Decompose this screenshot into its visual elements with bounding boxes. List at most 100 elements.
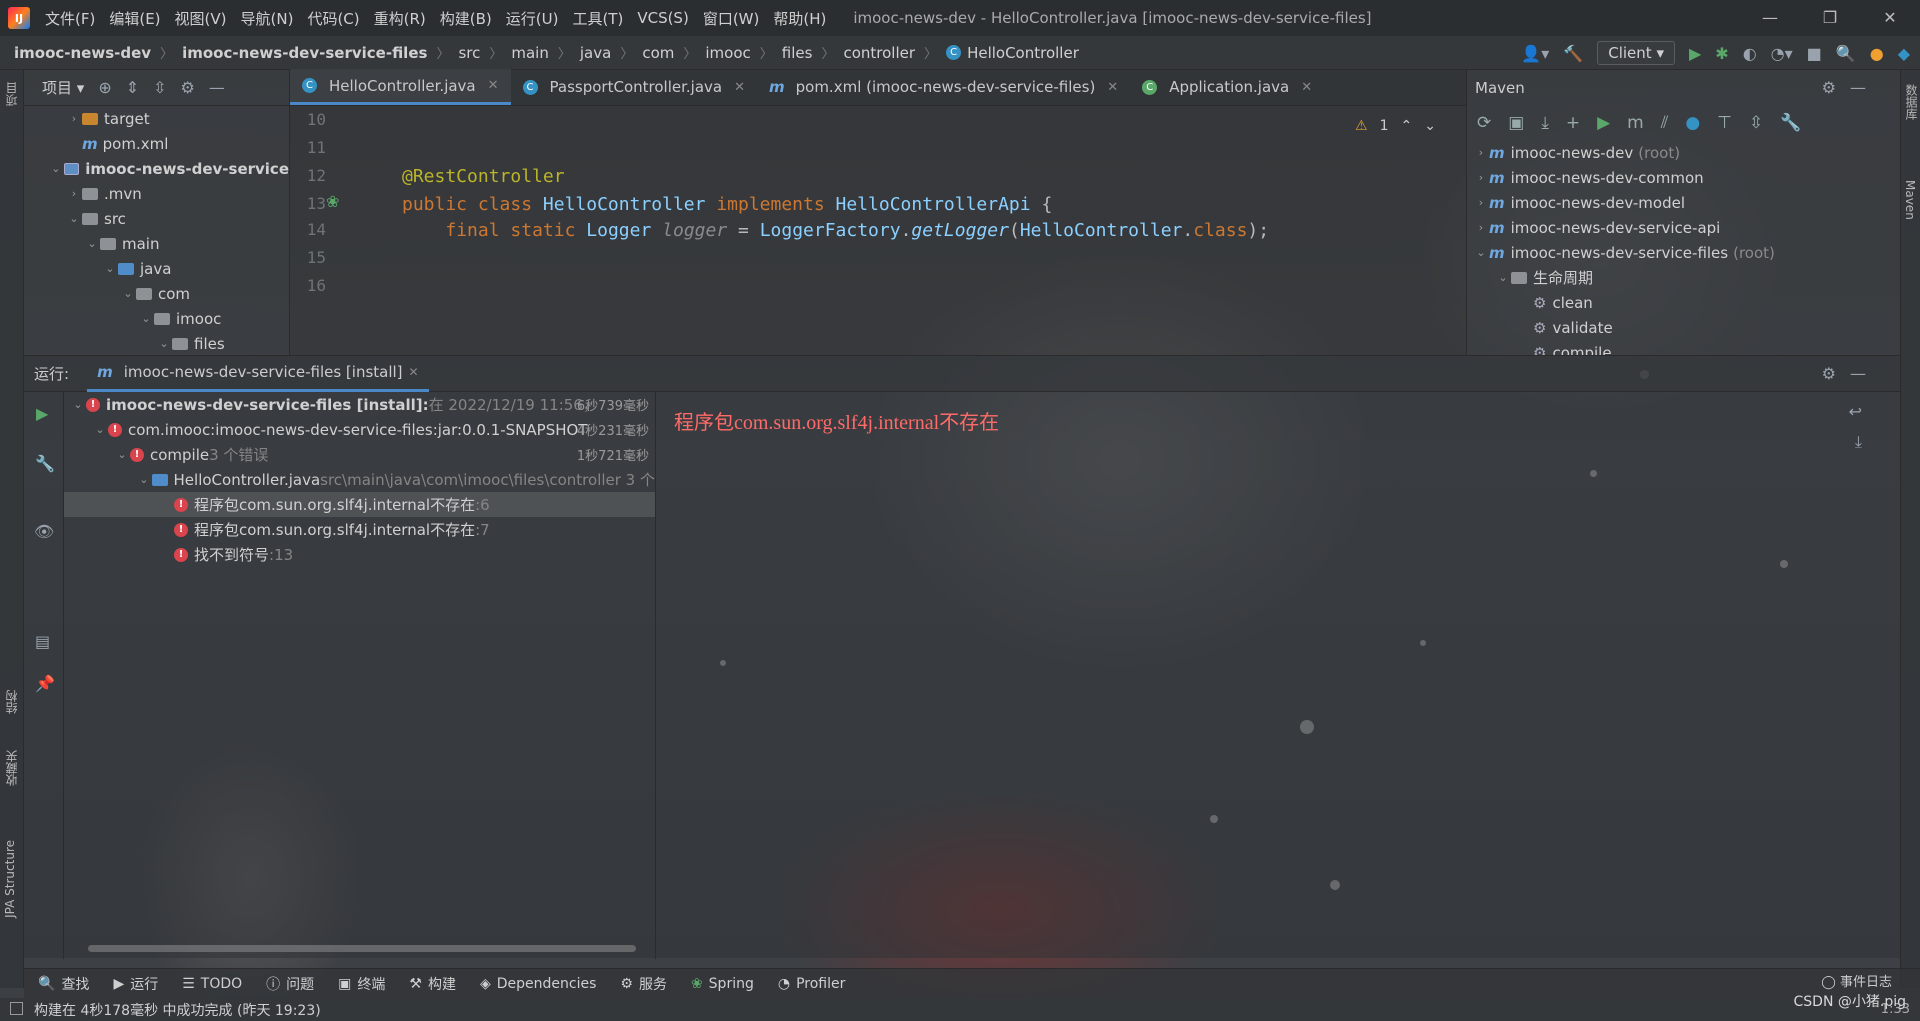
collapse-all-icon[interactable]: ⇳ <box>153 78 166 97</box>
chevron-down-icon[interactable]: ⌄ <box>156 337 172 350</box>
menu-vcs[interactable]: VCS(S) <box>630 9 695 27</box>
locate-icon[interactable]: ⊕ <box>98 78 111 97</box>
chevron-up-icon[interactable]: ⌃ <box>1401 118 1413 134</box>
spring-bean-gutter-icon[interactable]: ❀ <box>326 192 339 211</box>
project-view-select[interactable]: 项目 ▾ <box>42 77 84 98</box>
chevron-down-icon[interactable]: ⌄ <box>70 398 86 411</box>
build-tree-row[interactable]: ⌄! compile 3 个错误 1秒721毫秒 <box>64 442 655 467</box>
chevron-down-icon[interactable]: ⌄ <box>114 448 130 461</box>
menu-code[interactable]: 代码(C) <box>300 8 366 29</box>
download-icon[interactable]: ⤓ <box>1541 113 1549 133</box>
tool-terminal[interactable]: ▣ 终端 <box>338 974 385 994</box>
menu-navigate[interactable]: 导航(N) <box>234 8 301 29</box>
chevron-down-icon[interactable]: ⌄ <box>102 262 118 275</box>
build-tree-row[interactable]: ! 程序包com.sun.org.slf4j.internal不存在 :6 <box>64 492 655 517</box>
run-icon[interactable]: ▶ <box>1597 113 1610 133</box>
stop-icon[interactable]: ■ <box>1807 44 1822 63</box>
favorites-tool-tab[interactable]: 收藏夹 <box>3 750 20 786</box>
build-tree-row[interactable]: ⌄ HelloController.java src\main\java\com\… <box>64 467 655 492</box>
horizontal-scrollbar[interactable] <box>88 945 636 952</box>
gear-icon[interactable]: ⚙ <box>1822 78 1836 97</box>
maven-tree-row[interactable]: › m imooc-news-dev-model <box>1467 190 1900 215</box>
structure-tool-tab[interactable]: 结构 <box>3 690 20 714</box>
run-icon[interactable]: ▶ <box>1689 44 1701 63</box>
search-icon[interactable]: 🔍 <box>1836 44 1856 63</box>
breadcrumb-item-class[interactable]: C HelloController <box>946 44 1079 62</box>
tool-todo[interactable]: ☰ TODO <box>182 976 242 992</box>
restore-icon[interactable]: ❐ <box>1800 0 1860 36</box>
chevron-right-icon[interactable]: › <box>1473 196 1489 209</box>
soft-wrap-icon[interactable]: ↩ <box>1849 402 1862 421</box>
scroll-to-end-icon[interactable]: ⤓ <box>1855 432 1862 452</box>
build-tree-row[interactable]: ! 程序包com.sun.org.slf4j.internal不存在 :7 <box>64 517 655 542</box>
rerun-icon[interactable]: ▶ <box>36 404 48 423</box>
breadcrumb-item[interactable]: controller <box>843 44 915 62</box>
menu-tools[interactable]: 工具(T) <box>565 8 630 29</box>
chevron-down-icon[interactable]: ⌄ <box>84 237 100 250</box>
chevron-down-icon[interactable]: ⌄ <box>1495 271 1511 284</box>
chevron-down-icon[interactable]: ⌄ <box>66 212 82 225</box>
project-tree-row[interactable]: › .mvn <box>24 181 289 206</box>
layout-icon[interactable]: ▤ <box>35 632 50 651</box>
maven-tool-tab[interactable]: Maven <box>1903 180 1917 220</box>
breadcrumb-item[interactable]: imooc-news-dev-service-files <box>182 44 427 62</box>
build-hammer-icon[interactable]: 🔨 <box>1563 44 1583 63</box>
minimize-icon[interactable]: — <box>1740 0 1800 36</box>
gear-icon[interactable]: ⚙ <box>181 78 195 97</box>
chevron-down-icon[interactable]: ⌄ <box>120 287 136 300</box>
pin-icon[interactable]: 📌 <box>35 674 55 693</box>
menu-window[interactable]: 窗口(W) <box>696 8 767 29</box>
close-tab-icon[interactable]: ✕ <box>409 365 419 379</box>
maven-tree-row[interactable]: ⌄ m imooc-news-dev-service-files (root) <box>1467 240 1900 265</box>
skip-tests-icon[interactable]: ⫽ <box>1661 113 1669 133</box>
update-icon[interactable]: ● <box>1870 44 1884 63</box>
tool-windows-icon[interactable] <box>10 1002 23 1015</box>
project-tool-tab[interactable]: 项目 <box>3 82 20 106</box>
chevron-down-icon[interactable]: ⌄ <box>1473 246 1489 259</box>
breadcrumb-item[interactable]: imooc-news-dev <box>14 44 151 62</box>
user-icon[interactable]: 👤▾ <box>1521 44 1549 63</box>
event-log-button[interactable]: ◯ 事件日志 <box>1821 971 1892 990</box>
tab-application[interactable]: C Application.java ✕ <box>1130 69 1324 105</box>
tool-build[interactable]: ⚒ 构建 <box>409 974 456 994</box>
project-tree-row[interactable]: ⌄ imooc-news-dev-service <box>24 156 289 181</box>
chevron-down-icon[interactable]: ⌄ <box>48 162 64 175</box>
chevron-right-icon[interactable]: › <box>66 187 82 200</box>
menu-refactor[interactable]: 重构(R) <box>367 8 433 29</box>
run-tab[interactable]: m imooc-news-dev-service-files [install] ✕ <box>87 356 429 392</box>
maven-tree-row[interactable]: ⚙ validate <box>1467 315 1900 340</box>
tab-pom-xml[interactable]: m pom.xml (imooc-news-dev-service-files) ✕ <box>757 69 1130 105</box>
chevron-right-icon[interactable]: › <box>1473 171 1489 184</box>
wrench-icon[interactable]: 🔧 <box>35 454 55 473</box>
hide-icon[interactable]: — <box>1850 364 1866 383</box>
breadcrumb-item[interactable]: files <box>782 44 813 62</box>
menu-file[interactable]: 文件(F) <box>38 8 102 29</box>
breadcrumb-item[interactable]: imooc <box>705 44 750 62</box>
intellij-logo-icon[interactable]: IJ <box>8 7 30 29</box>
chevron-down-icon[interactable]: ⌄ <box>138 312 154 325</box>
close-tab-icon[interactable]: ✕ <box>734 80 745 95</box>
build-tree-row[interactable]: ! 找不到符号 :13 <box>64 542 655 567</box>
menu-help[interactable]: 帮助(H) <box>766 8 833 29</box>
tool-run[interactable]: ▶ 运行 <box>113 974 158 994</box>
project-tree-row[interactable]: ⌄ com <box>24 281 289 306</box>
show-deps-icon[interactable]: ⊤ <box>1717 113 1732 133</box>
expand-all-icon[interactable]: ⇕ <box>126 78 139 97</box>
project-tree-row[interactable]: m pom.xml <box>24 131 289 156</box>
maven-tree-row[interactable]: ⌄ 生命周期 <box>1467 265 1900 290</box>
run-config-select[interactable]: Client ▾ <box>1597 41 1675 65</box>
tool-dependencies[interactable]: ◈ Dependencies <box>480 976 596 992</box>
project-tree-row[interactable]: ⌄ imooc <box>24 306 289 331</box>
menu-edit[interactable]: 编辑(E) <box>102 8 167 29</box>
maven-tree-row[interactable]: › m imooc-news-dev-common <box>1467 165 1900 190</box>
project-tree-row[interactable]: ⌄ java <box>24 256 289 281</box>
menu-run[interactable]: 运行(U) <box>499 8 566 29</box>
chevron-right-icon[interactable]: › <box>1473 221 1489 234</box>
add-icon[interactable]: + <box>1566 113 1580 133</box>
debug-icon[interactable]: ✱ <box>1715 44 1728 63</box>
chevron-down-icon[interactable]: ⌄ <box>1424 118 1436 134</box>
build-tree-row[interactable]: ⌄! com.imooc:imooc-news-dev-service-files… <box>64 417 655 442</box>
close-icon[interactable]: ✕ <box>1860 0 1920 36</box>
database-tool-tab[interactable]: 数据库 <box>1903 84 1920 120</box>
project-tree-row[interactable]: ⌄ files <box>24 331 289 355</box>
